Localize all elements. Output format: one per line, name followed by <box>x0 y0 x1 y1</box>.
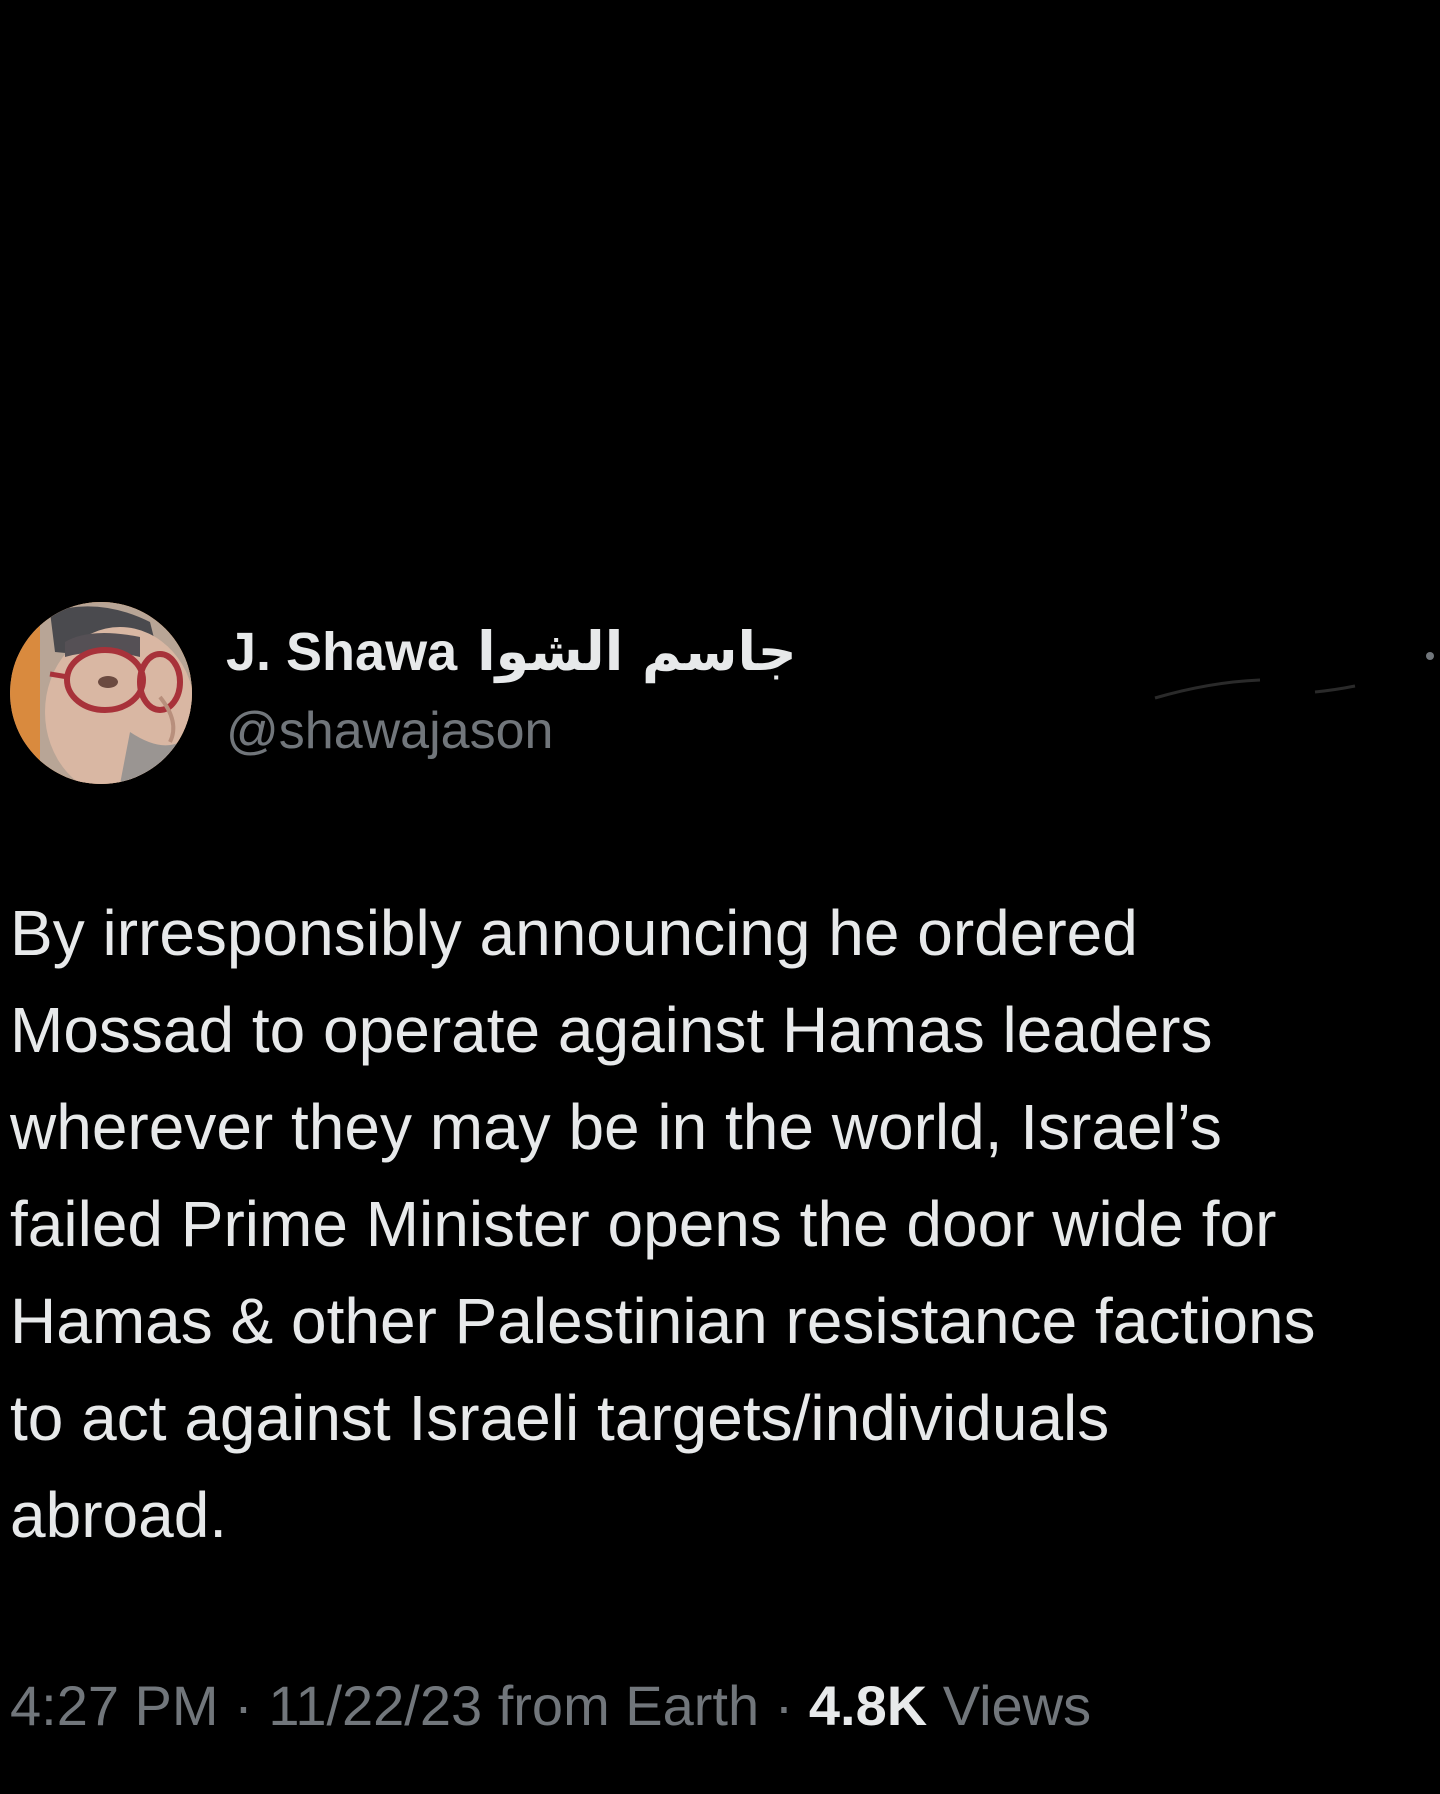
tweet-text: By irresponsibly announcing he ordered M… <box>10 897 1316 1551</box>
tweet: J. Shawa جاسم الشوا @shawajason By irresp… <box>0 0 1440 1794</box>
avatar[interactable] <box>10 602 192 784</box>
user-handle[interactable]: @shawajason <box>226 700 553 762</box>
display-name-arabic: جاسم الشوا <box>477 620 797 683</box>
more-options-icon[interactable] <box>1426 652 1434 660</box>
tweet-date[interactable]: 11/22/23 <box>268 1674 482 1737</box>
views-label: Views <box>927 1674 1092 1737</box>
avatar-image <box>10 602 192 784</box>
meta-separator: · <box>759 1674 809 1737</box>
display-name-latin: J. Shawa <box>226 622 458 682</box>
tweet-time[interactable]: 4:27 PM <box>10 1674 219 1737</box>
views-count[interactable]: 4.8K <box>809 1674 927 1737</box>
user-display-name[interactable]: J. Shawa جاسم الشوا <box>226 620 797 685</box>
tweet-meta: 4:27 PM · 11/22/23 from Earth · 4.8K Vie… <box>10 1672 1091 1739</box>
tweet-source: from Earth <box>482 1674 760 1737</box>
meta-separator: · <box>218 1674 269 1737</box>
redaction-scribble <box>1154 678 1356 700</box>
